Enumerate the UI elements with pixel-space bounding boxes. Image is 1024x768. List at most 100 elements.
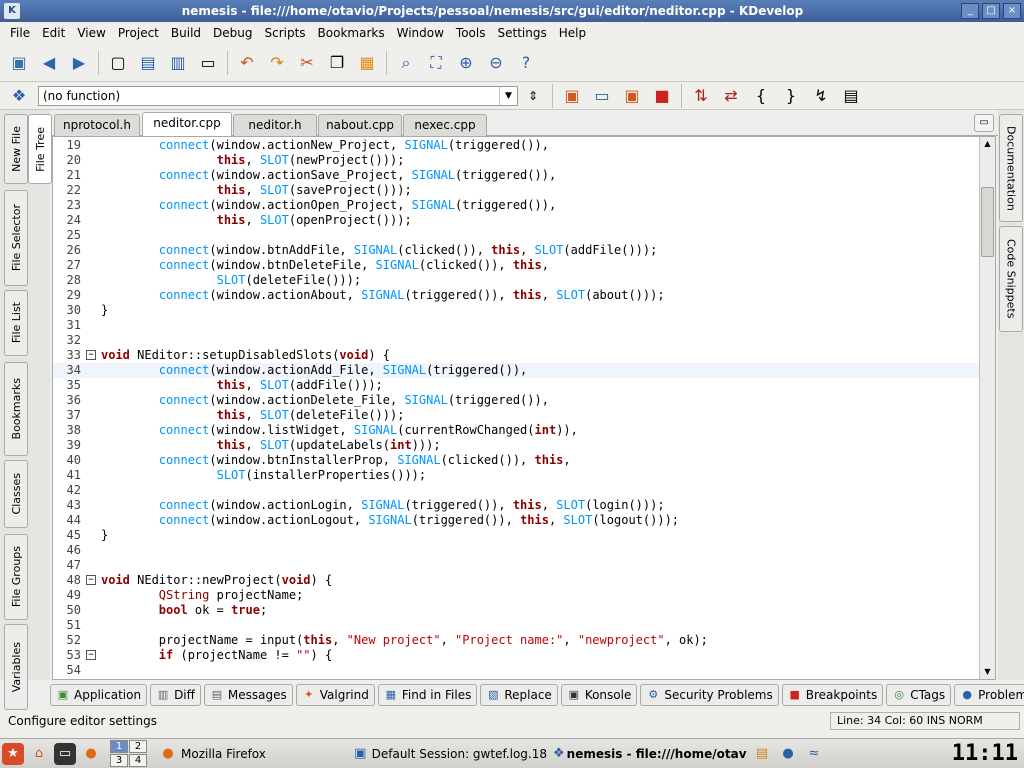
code-line[interactable]: 19 connect(window.actionNew_Project, SIG… [53,138,979,153]
menu-scripts[interactable]: Scripts [258,26,311,40]
left-tab-file-groups[interactable]: File Groups [4,534,28,620]
stop-icon[interactable]: ■ [649,83,675,109]
menu-project[interactable]: Project [112,26,165,40]
left-tab-variables[interactable]: Variables [4,624,28,710]
tool-tab-diff[interactable]: ▥ Diff [150,684,201,706]
code-line[interactable]: 49 QString projectName; [53,588,979,603]
code-line[interactable]: 26 connect(window.btnAddFile, SIGNAL(cli… [53,243,979,258]
left-tab-classes[interactable]: Classes [4,460,28,528]
code-line[interactable]: 20 this, SLOT(newProject())); [53,153,979,168]
code-line[interactable]: 21 connect(window.actionSave_Project, SI… [53,168,979,183]
build-icon[interactable]: ▣ [559,83,585,109]
terminal-icon[interactable]: ▭ [54,742,76,765]
tool-tab-valgrind[interactable]: ✦ Valgrind [295,684,375,706]
menu-edit[interactable]: Edit [36,26,71,40]
minimize-icon[interactable]: _ [961,3,979,19]
desktop-4[interactable]: 4 [129,754,147,767]
undo-icon[interactable]: ↶ [234,50,260,76]
save-icon[interactable]: ▤ [135,50,161,76]
task-kdevelop[interactable]: ❖ nemesis - file:///home/otavio [551,743,747,765]
task-konsole[interactable]: ▣ Default Session: gwtef.log.18 [349,743,547,765]
title-bar[interactable]: K nemesis - file:///home/otavio/Projects… [0,0,1024,22]
code-line[interactable]: 52 projectName = input(this, "New projec… [53,633,979,648]
code-line[interactable]: 34 connect(window.actionAdd_File, SIGNAL… [53,363,979,378]
fullscreen-icon[interactable]: ⛶ [423,50,449,76]
left-tab-new-file[interactable]: New File [4,114,28,184]
tool-tab-application[interactable]: ▣ Application [50,684,148,706]
code-editor[interactable]: 19 connect(window.actionNew_Project, SIG… [52,136,996,680]
chevron-down-icon[interactable]: ▼ [499,86,517,105]
menu-build[interactable]: Build [165,26,207,40]
code-line[interactable]: 24 this, SLOT(openProject())); [53,213,979,228]
desktop-1[interactable]: 1 [110,740,128,753]
paste-icon[interactable]: ▦ [354,50,380,76]
app-icon[interactable]: K [4,3,20,19]
code-line[interactable]: 35 this, SLOT(addFile())); [53,378,979,393]
kmenu-icon[interactable]: ★ [2,742,24,765]
code-line[interactable]: 40 connect(window.btnInstallerProp, SIGN… [53,453,979,468]
home-icon[interactable]: ⌂ [28,743,50,765]
desktop-3[interactable]: 3 [110,754,128,767]
tool-tab-messages[interactable]: ▤ Messages [203,684,293,706]
code-line[interactable]: 53− if (projectName != "") { [53,648,979,663]
tool-tab-ctags[interactable]: ◎ CTags [886,684,952,706]
left-tab-file-selector[interactable]: File Selector [4,190,28,286]
brace-open-icon[interactable]: { [748,83,774,109]
menu-tools[interactable]: Tools [450,26,492,40]
sort-icon[interactable]: ⇅ [688,83,714,109]
code-line[interactable]: 48− void NEditor::newProject(void) { [53,573,979,588]
execute-icon[interactable]: ▣ [619,83,645,109]
code-line[interactable]: 46 [53,543,979,558]
code-line[interactable]: 38 connect(window.listWidget, SIGNAL(cur… [53,423,979,438]
menu-help[interactable]: Help [553,26,592,40]
code-line[interactable]: 30} [53,303,979,318]
whats-this-icon[interactable]: ? [513,50,539,76]
document-icon[interactable]: ▤ [838,83,864,109]
left-tab-file-list[interactable]: File List [4,290,28,356]
code-line[interactable]: 23 connect(window.actionOpen_Project, SI… [53,198,979,213]
desktop-2[interactable]: 2 [129,740,147,753]
firefox-icon[interactable]: ● [80,743,102,765]
brace-close-icon[interactable]: } [778,83,804,109]
class-browser-icon[interactable]: ❖ [6,83,32,109]
tab-neditor-cpp[interactable]: neditor.cpp [142,112,232,137]
fold-marker-icon[interactable]: − [86,575,96,585]
tab-nprotocol-h[interactable]: nprotocol.h [54,114,140,136]
code-line[interactable]: 25 [53,228,979,243]
close-icon[interactable]: × [1003,3,1021,19]
task-firefox[interactable]: ● Mozilla Firefox [155,743,345,765]
code-line[interactable]: 31 [53,318,979,333]
fold-marker-icon[interactable]: − [86,350,96,360]
right-tab-code-snippets[interactable]: Code Snippets [999,226,1023,332]
menu-settings[interactable]: Settings [491,26,552,40]
tool-tab-problems[interactable]: ● Problems [954,684,1024,706]
network-icon[interactable]: ● [777,743,799,765]
code-line[interactable]: 51 [53,618,979,633]
scroll-thumb[interactable] [981,187,994,257]
zoom-in-icon[interactable]: ⊕ [453,50,479,76]
new-file-icon[interactable]: ▢ [105,50,131,76]
zoom-out-icon[interactable]: ⊖ [483,50,509,76]
menu-view[interactable]: View [71,26,111,40]
scroll-up-icon[interactable]: ▲ [980,137,995,151]
menu-debug[interactable]: Debug [207,26,258,40]
clock[interactable]: 11:11 [952,741,1018,766]
code-line[interactable]: 36 connect(window.actionDelete_File, SIG… [53,393,979,408]
save-all-icon[interactable]: ▥ [165,50,191,76]
tab-nexec-cpp[interactable]: nexec.cpp [403,114,487,136]
tool-tab-replace[interactable]: ▧ Replace [480,684,558,706]
switch-header-icon[interactable]: ⇄ [718,83,744,109]
window-icon[interactable]: ▭ [589,83,615,109]
menu-file[interactable]: File [4,26,36,40]
tool-tab-find-in-files[interactable]: ▦ Find in Files [377,684,478,706]
maximize-icon[interactable]: □ [982,3,1000,19]
vertical-scrollbar[interactable]: ▲ ▼ [979,137,995,679]
copy-icon[interactable]: ❐ [324,50,350,76]
code-line[interactable]: 27 connect(window.btnDeleteFile, SIGNAL(… [53,258,979,273]
left-tab-file-tree[interactable]: File Tree [28,114,52,184]
code-line[interactable]: 29 connect(window.actionAbout, SIGNAL(tr… [53,288,979,303]
code-line[interactable]: 50 bool ok = true; [53,603,979,618]
code-line[interactable]: 47 [53,558,979,573]
code-line[interactable]: 39 this, SLOT(updateLabels(int))); [53,438,979,453]
jump-to-icon[interactable]: ↯ [808,83,834,109]
